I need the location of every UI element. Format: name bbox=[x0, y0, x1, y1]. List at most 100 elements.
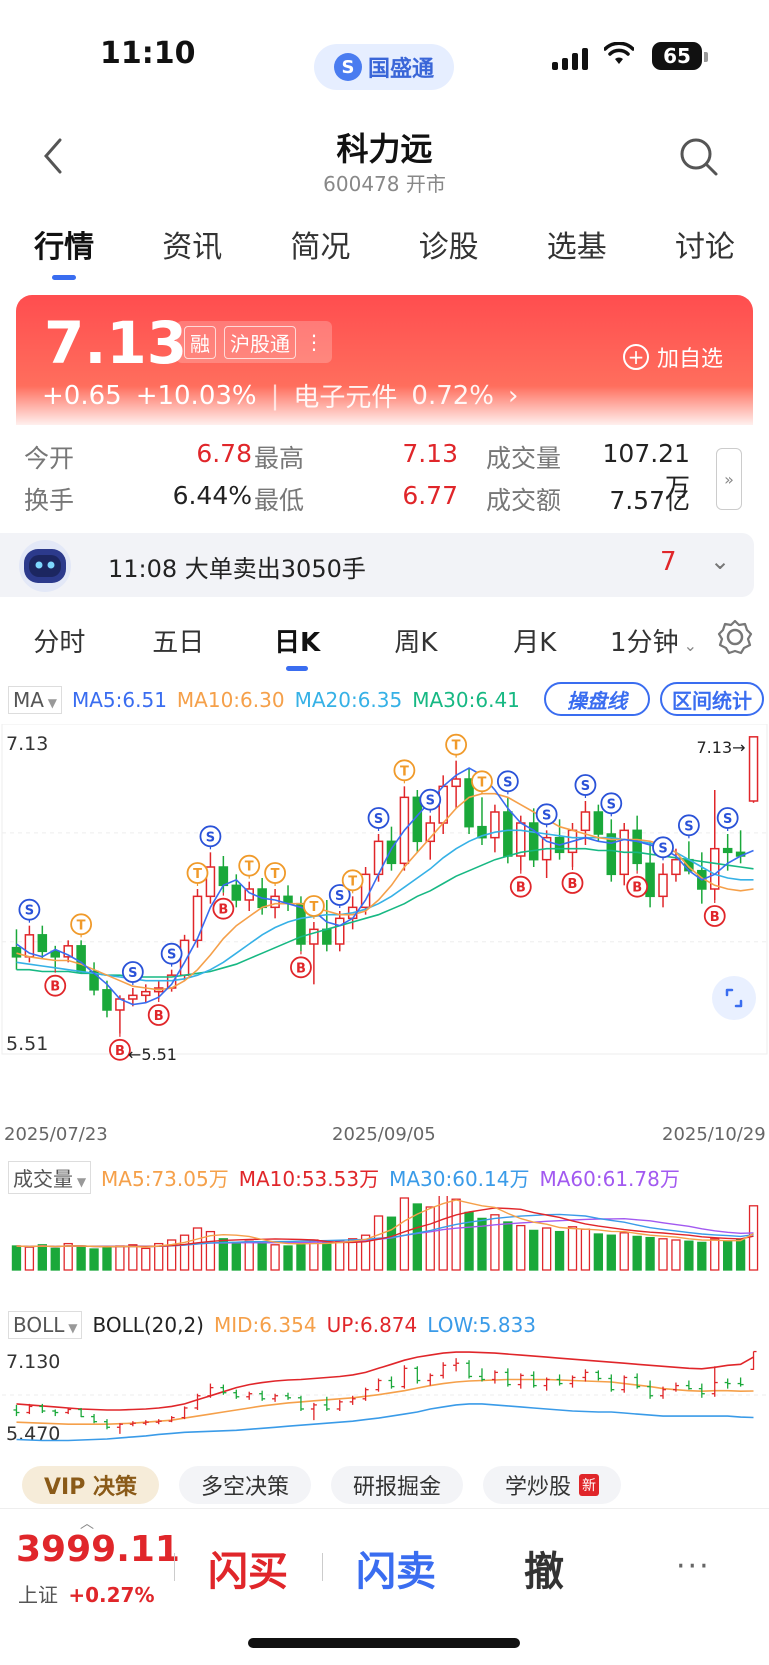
search-icon[interactable] bbox=[676, 134, 720, 178]
vip-decision-button[interactable]: VIP 决策 bbox=[22, 1466, 159, 1504]
main-tabs: 行情 资讯 简况 诊股 选基 讨论 bbox=[0, 222, 769, 282]
candle-body bbox=[231, 884, 242, 901]
trade-alert-bar[interactable]: 11:08 大单卖出3050手 7 ⌄ bbox=[0, 533, 754, 597]
volume-bar bbox=[244, 1240, 254, 1271]
flash-buy-button[interactable]: 闪买 bbox=[208, 1539, 288, 1597]
gear-icon[interactable] bbox=[716, 618, 754, 656]
add-watchlist-button[interactable]: + 加自选 bbox=[622, 341, 723, 373]
boll-chart[interactable]: 7.130 5.470 bbox=[0, 1344, 769, 1446]
price-card: 7.13 融 沪股通 ⋮ + 加自选 +0.65 +10.03% | 电子元件 … bbox=[16, 295, 753, 425]
range-stats-button[interactable]: 区间统计 bbox=[660, 682, 764, 716]
volume-bar bbox=[115, 1245, 125, 1271]
more-dots-icon[interactable]: ⋮ bbox=[304, 330, 324, 354]
volume-bar bbox=[205, 1230, 216, 1271]
tab-news[interactable]: 资讯 bbox=[128, 222, 256, 282]
tab-quote[interactable]: 行情 bbox=[0, 222, 128, 282]
stat-high: 最高 7.13 bbox=[254, 439, 458, 475]
flash-sell-button[interactable]: 闪卖 bbox=[356, 1539, 436, 1597]
signal-marker-label: B bbox=[50, 980, 60, 995]
trading-line-button[interactable]: 操盘线 bbox=[544, 682, 650, 716]
more-icon[interactable]: ··· bbox=[676, 1549, 711, 1584]
tab-profile[interactable]: 简况 bbox=[256, 222, 384, 282]
tab-discussion[interactable]: 讨论 bbox=[641, 222, 769, 282]
volume-bar bbox=[399, 1197, 410, 1271]
expand-stats-button[interactable]: » bbox=[716, 448, 742, 510]
quote-stats: 今开 6.78 最高 7.13 成交量 107.21万 换手 6.44% 最低 … bbox=[0, 425, 769, 531]
plus-circle-icon: + bbox=[622, 344, 649, 370]
tab-five-day[interactable]: 五日 bbox=[119, 622, 238, 659]
boll-legend: BOLL ▼ BOLL(20,2) MID:6.354 UP:6.874 LOW… bbox=[0, 1308, 769, 1342]
signal-marker-label: B bbox=[632, 881, 642, 896]
volume-bar bbox=[438, 1196, 448, 1271]
ma-indicator-select[interactable]: MA ▼ bbox=[8, 686, 62, 714]
wifi-icon bbox=[603, 40, 635, 73]
volume-bar bbox=[580, 1228, 591, 1271]
volume-bar bbox=[593, 1233, 604, 1271]
home-indicator bbox=[248, 1638, 520, 1648]
volume-bar bbox=[645, 1236, 655, 1271]
volume-bar bbox=[748, 1205, 759, 1271]
learn-trading-button[interactable]: 学炒股新 bbox=[483, 1466, 622, 1504]
volume-bar bbox=[192, 1227, 203, 1271]
volume-indicator-select[interactable]: 成交量 ▼ bbox=[8, 1160, 92, 1194]
cancel-order-button[interactable]: 撤 bbox=[524, 1539, 564, 1597]
candlestick-chart[interactable]: 7.135.51SBTBSBSTSBT TBTSTSTSTT SBSBSSBSSBS… bbox=[0, 724, 769, 1114]
volume-bar bbox=[541, 1227, 552, 1271]
y-min-label: 5.51 bbox=[6, 1033, 48, 1055]
chevron-down-icon: ⌄ bbox=[678, 635, 698, 655]
learn-trading-label: 学炒股 bbox=[505, 1475, 572, 1500]
stock-tags[interactable]: 融 沪股通 ⋮ bbox=[176, 321, 332, 363]
signal-marker-label: S bbox=[167, 948, 176, 963]
ma20-label: MA20:6.35 bbox=[294, 688, 403, 712]
boll-low-label: LOW:5.833 bbox=[427, 1313, 537, 1337]
ma5-label: MA5:6.51 bbox=[71, 688, 167, 712]
index-value[interactable]: 3999.11 bbox=[16, 1529, 180, 1570]
tab-diagnose[interactable]: 诊股 bbox=[385, 222, 513, 282]
volume-bar bbox=[735, 1239, 746, 1271]
volume-bar bbox=[257, 1242, 267, 1271]
volume-bar bbox=[296, 1242, 306, 1271]
bull-bear-decision-button[interactable]: 多空决策 bbox=[179, 1466, 312, 1504]
tab-daily-k[interactable]: 日K bbox=[238, 622, 357, 671]
signal-marker-label: S bbox=[658, 841, 667, 856]
boll-indicator-select[interactable]: BOLL ▼ bbox=[8, 1311, 83, 1339]
stat-volume-label: 成交量 bbox=[486, 444, 562, 473]
chevron-down-icon[interactable]: ⌄ bbox=[710, 547, 730, 575]
volume-bar bbox=[503, 1221, 513, 1271]
boll-params: BOLL(20,2) bbox=[92, 1313, 204, 1337]
battery-level: 65 bbox=[663, 44, 691, 68]
tab-intraday[interactable]: 分时 bbox=[0, 622, 119, 659]
signal-marker-label: S bbox=[335, 889, 344, 904]
battery-icon: 65 bbox=[652, 42, 702, 70]
tab-weekly-k[interactable]: 周K bbox=[356, 622, 475, 659]
tab-funds[interactable]: 选基 bbox=[513, 222, 641, 282]
volume-bar bbox=[37, 1244, 47, 1271]
volume-bar bbox=[490, 1214, 500, 1271]
volume-bar bbox=[425, 1206, 435, 1271]
price-change-pct: +10.03% bbox=[135, 380, 257, 411]
stat-turnover-label: 换手 bbox=[24, 486, 75, 515]
volume-chart[interactable]: 254.75万 bbox=[0, 1196, 769, 1272]
stat-amount-value: 7.57亿 bbox=[609, 486, 690, 515]
volume-bar bbox=[309, 1239, 319, 1271]
tab-minute-select[interactable]: 1分钟 ⌄ bbox=[594, 622, 713, 659]
tab-monthly-k[interactable]: 月K bbox=[475, 622, 594, 659]
price-change-line: +0.65 +10.03% | 电子元件 0.72% › bbox=[42, 377, 518, 414]
add-watchlist-label: 加自选 bbox=[656, 347, 723, 372]
sector-link[interactable]: 电子元件 0.72% › bbox=[293, 377, 518, 414]
stock-name: 科力远 bbox=[336, 130, 433, 168]
signal-marker-label: T bbox=[271, 867, 280, 882]
app-indicator-pill[interactable]: S 国盛通 bbox=[314, 44, 454, 90]
index-change: +0.27% bbox=[68, 1583, 155, 1607]
cellular-signal-icon bbox=[552, 46, 588, 70]
candle-body bbox=[593, 811, 604, 835]
signal-marker-label: S bbox=[581, 779, 590, 794]
boll-mid-label: MID:6.354 bbox=[214, 1313, 317, 1337]
stat-open-label: 今开 bbox=[24, 444, 75, 473]
candle-body bbox=[218, 866, 229, 887]
volume-bar bbox=[50, 1247, 60, 1271]
research-report-button[interactable]: 研报掘金 bbox=[331, 1466, 464, 1504]
volume-bar bbox=[606, 1234, 616, 1271]
min-price-marker: ←5.51 bbox=[128, 1045, 177, 1064]
volume-bar bbox=[24, 1246, 35, 1271]
